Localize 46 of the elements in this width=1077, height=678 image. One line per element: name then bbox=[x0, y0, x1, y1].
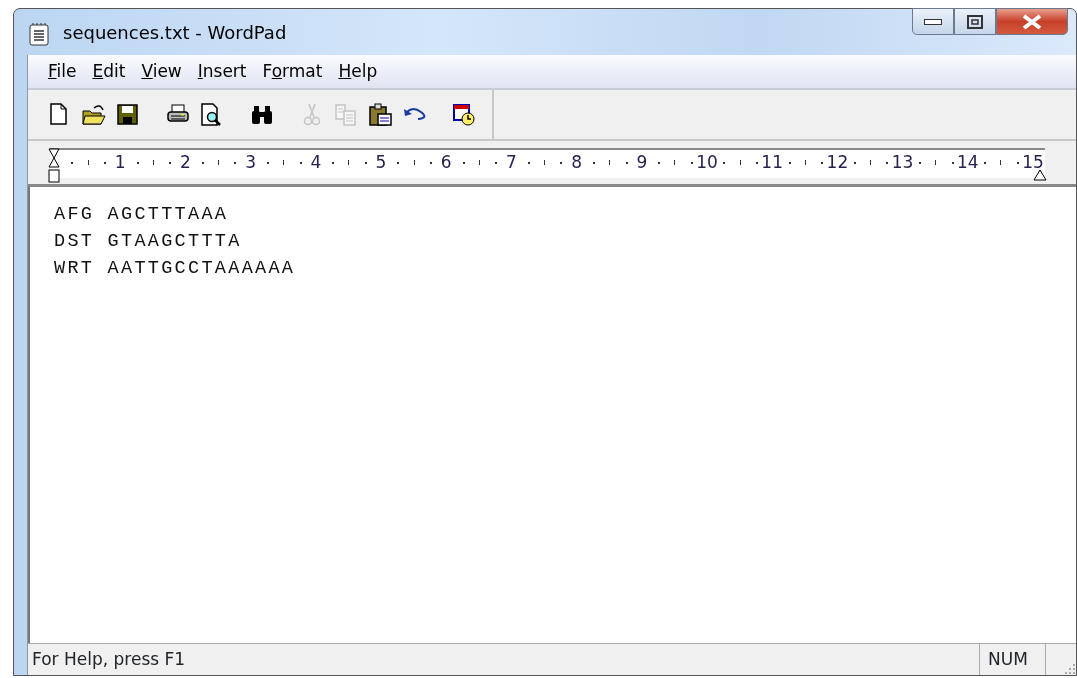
text-line: DST GTAAGCTTTA bbox=[54, 230, 243, 254]
ruler-number: 2 bbox=[180, 152, 191, 172]
menu-item[interactable]: Edit bbox=[84, 58, 134, 85]
copy-pages-icon bbox=[334, 102, 358, 127]
maximize-icon bbox=[967, 14, 983, 29]
ruler-number: 4 bbox=[310, 152, 322, 172]
floppy-disk-button[interactable] bbox=[116, 102, 140, 127]
open-folder-button[interactable] bbox=[82, 102, 106, 127]
ruler-number: 10 bbox=[696, 152, 718, 172]
ruler-number: 12 bbox=[826, 152, 849, 172]
calendar-clock-button[interactable] bbox=[452, 102, 476, 127]
menu-item[interactable]: Format bbox=[254, 58, 331, 85]
notepad-icon bbox=[29, 21, 49, 46]
ruler-number: 15 bbox=[1022, 152, 1044, 172]
ruler-number: 14 bbox=[957, 152, 979, 172]
text-line: AFG AGCTTTAAA bbox=[54, 203, 230, 227]
open-folder-icon bbox=[82, 102, 106, 127]
num-lock-indicator: NUM bbox=[980, 644, 1046, 675]
ruler-number: 1 bbox=[114, 152, 126, 172]
ruler-number: 3 bbox=[245, 152, 256, 172]
menu-item[interactable]: View bbox=[133, 58, 190, 85]
text-line: WRT AATTGCCTAAAAAA bbox=[54, 257, 297, 281]
ruler-number: 5 bbox=[375, 152, 387, 172]
ruler-number: 9 bbox=[636, 152, 648, 172]
maximize-button[interactable] bbox=[954, 8, 996, 35]
ruler-number: 6 bbox=[440, 152, 452, 172]
status-message: For Help, press F1 bbox=[28, 644, 980, 675]
window-title: sequences.txt - WordPad bbox=[63, 20, 287, 45]
close-icon bbox=[1021, 13, 1043, 30]
menu-item[interactable]: Help bbox=[330, 58, 386, 85]
clipboard-icon bbox=[368, 102, 392, 127]
minimize-button[interactable] bbox=[912, 8, 954, 35]
calendar-clock-icon bbox=[452, 102, 476, 127]
ruler-number: 8 bbox=[571, 152, 582, 172]
ruler-number: 7 bbox=[506, 152, 517, 172]
menu-item[interactable]: Insert bbox=[189, 58, 255, 85]
ruler-number: 13 bbox=[891, 152, 914, 172]
resize-grip-icon[interactable] bbox=[1064, 663, 1076, 675]
close-button[interactable] bbox=[996, 8, 1068, 35]
indent-marker-icon[interactable] bbox=[48, 148, 60, 184]
document-area[interactable]: AFG AGCTTTAAA DST GTAAGCTTTA WRT AATTGCCTAAAAAA bbox=[28, 187, 1076, 643]
menu-item[interactable]: File bbox=[40, 58, 85, 85]
right-indent-marker-icon[interactable] bbox=[1033, 168, 1047, 181]
minimize-icon bbox=[924, 18, 942, 25]
ruler-number: 11 bbox=[761, 152, 783, 172]
clipboard-button[interactable] bbox=[368, 102, 392, 127]
